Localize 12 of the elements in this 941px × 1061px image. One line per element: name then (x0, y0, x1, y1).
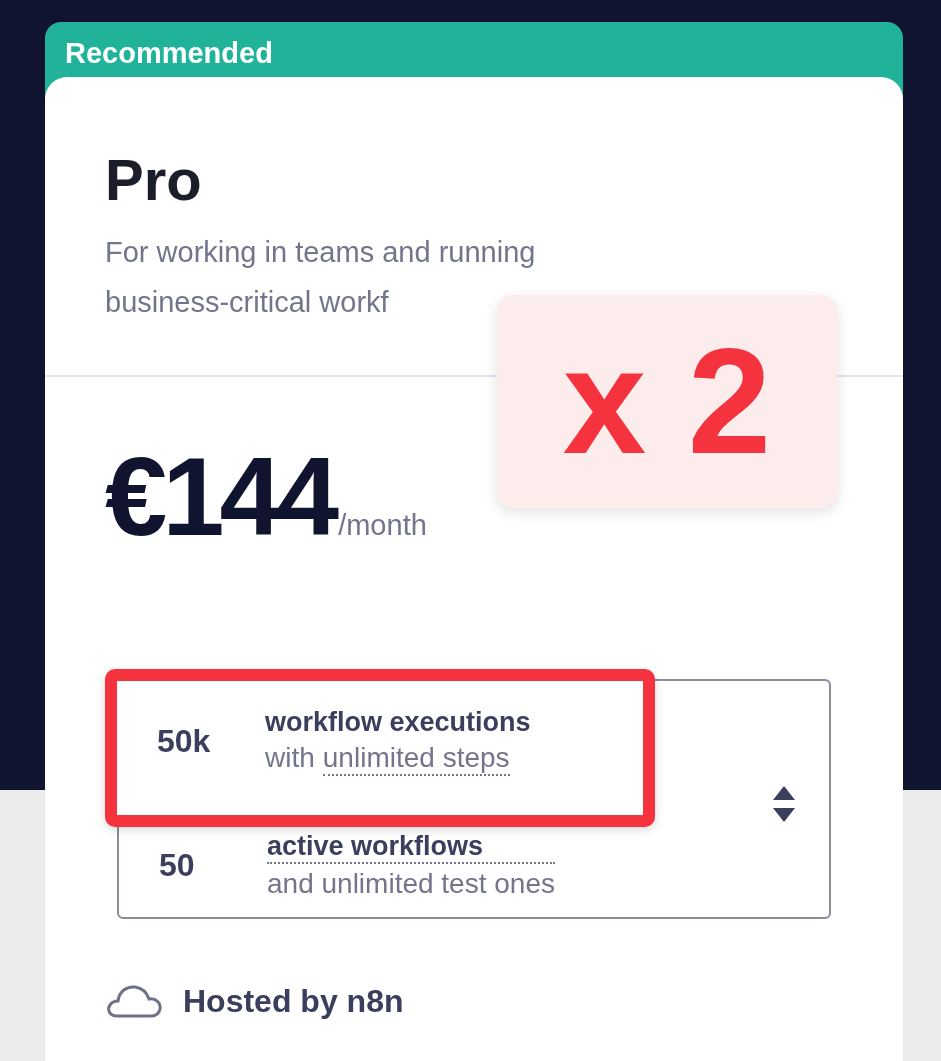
price: €144 (105, 432, 335, 561)
recommended-label: Recommended (64, 36, 274, 71)
price-period: /month (338, 508, 427, 542)
quota-title: active workflows (267, 830, 555, 864)
quota-title: workflow executions (265, 706, 531, 738)
plan-title: Pro (105, 146, 203, 214)
quota-subtitle: and unlimited test ones (267, 867, 555, 900)
quota-amount: 50 (159, 846, 196, 884)
sticky-note: x 2 (497, 295, 837, 508)
quota-subtitle: with (265, 741, 315, 775)
hosting-label: Hosted by n8n (183, 982, 404, 1020)
quota-amount: 50k (157, 722, 212, 760)
